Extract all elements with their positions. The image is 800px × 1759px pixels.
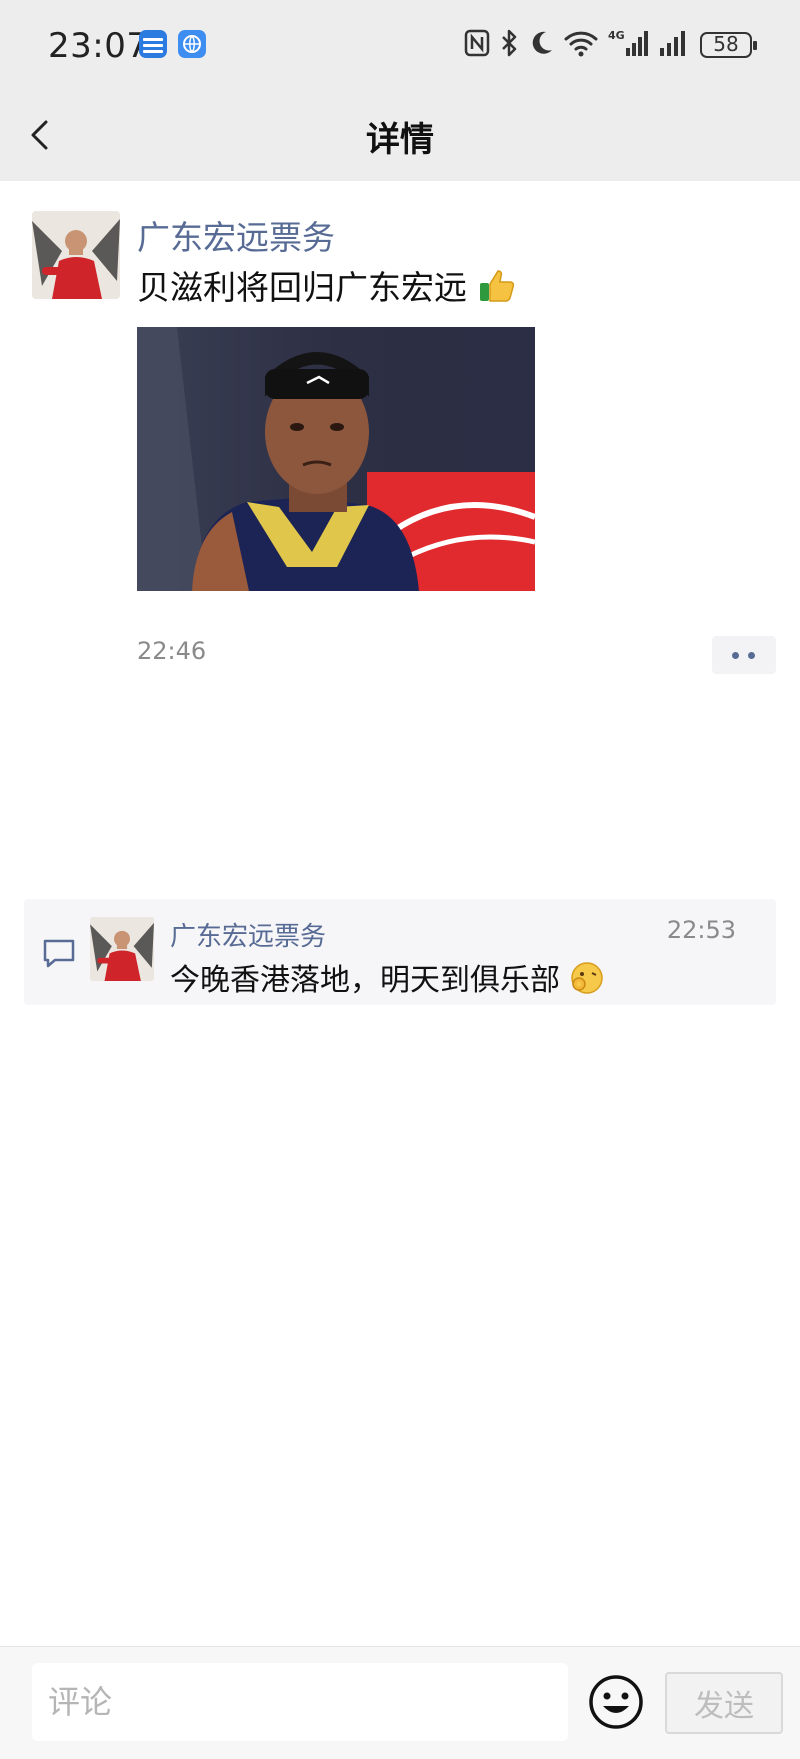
top-area: 23:07 4G 58 详情 (0, 0, 800, 181)
send-button[interactable]: 发送 (665, 1672, 783, 1734)
battery-icon: 58 (700, 32, 757, 58)
page-title: 详情 (366, 120, 434, 160)
status-time: 23:07 (48, 26, 149, 66)
comment-box: 广东宏远票务 22:53 今晚香港落地，明天到俱乐部 (24, 899, 776, 1005)
comment-input[interactable] (32, 1663, 568, 1741)
comment-icon (42, 936, 76, 970)
bluetooth-icon (500, 28, 518, 62)
post-content: 贝滋利将回归广东宏远 (137, 261, 516, 313)
svg-text:4G: 4G (608, 29, 625, 42)
bottom-bar: 发送 (0, 1646, 800, 1759)
app-badge-icon (139, 30, 167, 58)
comment-content: 今晚香港落地，明天到俱乐部 (170, 955, 604, 1003)
post-image[interactable] (137, 327, 535, 591)
status-bar: 23:07 4G 58 (0, 0, 800, 90)
thumbs-up-icon (478, 267, 516, 313)
signal-icon: 4G (608, 28, 648, 62)
post-author[interactable]: 广东宏远票务 (137, 211, 335, 259)
nav-bar: 详情 (0, 90, 800, 181)
avatar[interactable] (32, 211, 120, 299)
moon-icon (528, 29, 554, 61)
post-text: 贝滋利将回归广东宏远 (137, 268, 467, 307)
globe-icon (178, 30, 206, 58)
ok-hand-icon (570, 961, 604, 1003)
status-icons: 4G 58 (464, 28, 757, 62)
two-dots-icon[interactable] (712, 636, 776, 674)
emoji-icon[interactable] (587, 1673, 645, 1731)
comment-author[interactable]: 广东宏远票务 (170, 916, 326, 953)
signal-icon (658, 28, 690, 62)
comment-text: 今晚香港落地，明天到俱乐部 (170, 963, 560, 998)
avatar[interactable] (90, 917, 154, 981)
comment-time: 22:53 (666, 916, 736, 944)
wifi-icon (564, 29, 598, 61)
post-time: 22:46 (137, 637, 207, 665)
nfc-icon (464, 29, 490, 61)
